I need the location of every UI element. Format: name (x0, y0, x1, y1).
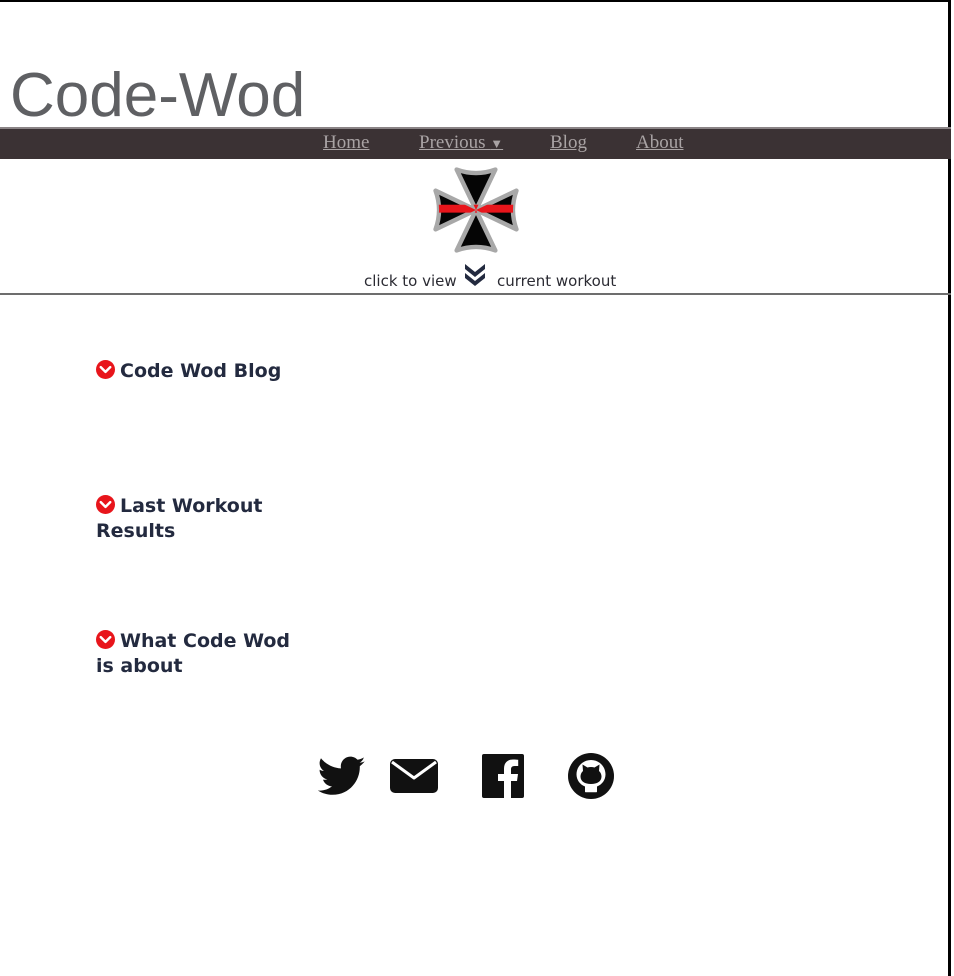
nav-previous-dropdown[interactable]: Previous ▼ (419, 132, 503, 154)
caret-down-icon: ▼ (490, 136, 504, 151)
section-title: Code Wod Blog (120, 360, 282, 382)
nav-blog-link[interactable]: Blog (550, 132, 587, 154)
section-code-wod-blog[interactable]: Code Wod Blog (96, 359, 306, 384)
facebook-icon[interactable] (481, 752, 525, 800)
nav-about-link[interactable]: About (636, 132, 684, 154)
section-last-workout-results[interactable]: Last Workout Results (96, 494, 306, 544)
current-workout-cta: click to view current workout (0, 260, 951, 295)
main-navbar: Home Previous ▼ Blog About (0, 127, 951, 159)
section-what-code-wod-is-about[interactable]: What Code Wod is about (96, 629, 306, 679)
section-title: Last Workout Results (96, 495, 263, 542)
nav-home-link[interactable]: Home (323, 132, 369, 154)
maltese-cross-icon (433, 167, 519, 253)
twitter-icon[interactable] (318, 752, 366, 800)
cta-right-text: current workout (497, 272, 617, 290)
github-icon[interactable] (567, 752, 615, 800)
nav-previous-label: Previous (419, 132, 486, 153)
site-title: Code-Wod (10, 61, 306, 130)
cta-left-text: click to view (364, 272, 457, 290)
section-title: What Code Wod is about (96, 630, 291, 677)
chevron-circle-down-icon (96, 630, 115, 649)
envelope-icon[interactable] (389, 752, 439, 800)
chevron-circle-down-icon (96, 495, 115, 514)
double-chevron-down-icon[interactable] (463, 262, 487, 288)
chevron-circle-down-icon (96, 360, 115, 379)
